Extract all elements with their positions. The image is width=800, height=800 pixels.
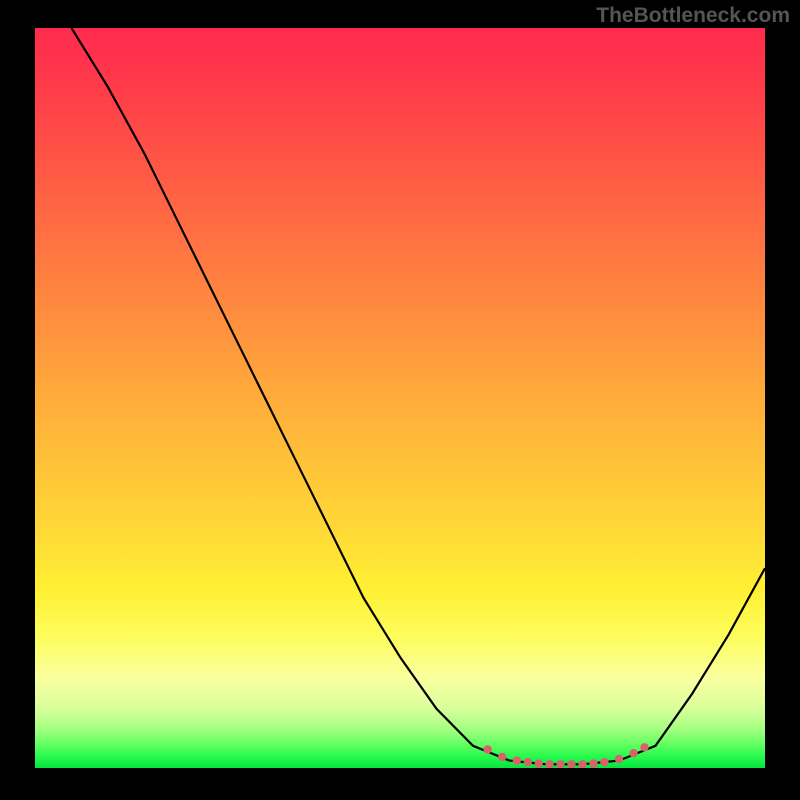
main-curve [72, 28, 766, 764]
chart-svg [35, 28, 765, 768]
plot-area [35, 28, 765, 768]
chart-container: TheBottleneck.com [0, 0, 800, 800]
watermark-text: TheBottleneck.com [596, 4, 790, 28]
